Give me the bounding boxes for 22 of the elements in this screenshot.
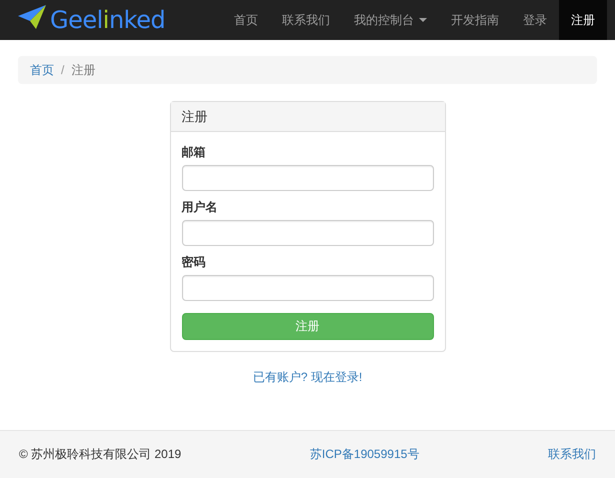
panel-title: 注册 [170,102,444,132]
field-label: 用户名 [182,200,218,214]
breadcrumb-link[interactable]: 首页 [30,62,54,78]
field-label: 密码 [182,255,206,269]
login-link[interactable]: 已有账户? 现在登录! [252,369,362,386]
logo-text[interactable]: Geelinked [50,5,166,35]
input-field[interactable] [182,220,434,246]
field-label: 邮箱 [182,145,206,159]
nav-link[interactable]: 我的控制台 [342,0,439,40]
contact-link[interactable]: 联系我们 [548,446,596,463]
paper-plane-icon [18,5,48,31]
breadcrumb-separator: / [61,63,64,77]
input-field[interactable] [182,275,434,301]
icp-link[interactable]: 苏ICP备19059915号 [310,446,420,463]
nav-link[interactable]: 登录 [511,0,559,40]
nav-link[interactable]: 联系我们 [270,0,342,40]
breadcrumb-current: 注册 [71,62,96,78]
nav-link[interactable]: 首页 [222,0,270,40]
input-field[interactable] [182,165,434,191]
nav-link[interactable]: 注册 [559,0,607,40]
copyright-text: © 苏州极聆科技有限公司 2019 [19,446,182,463]
nav-link[interactable]: 开发指南 [439,0,511,40]
